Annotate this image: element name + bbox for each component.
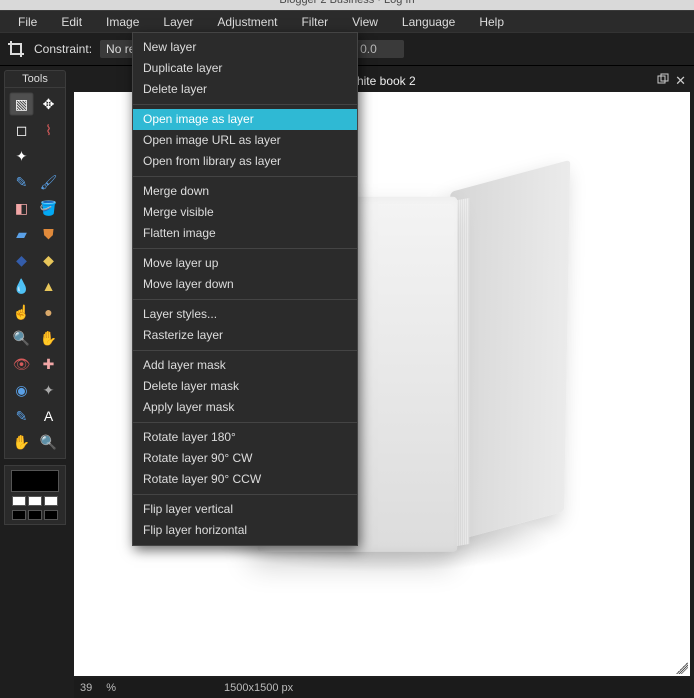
menu-separator [133,176,357,177]
menu-item-delete-layer[interactable]: Delete layer [133,79,357,100]
menu-item-open-from-library-as-layer[interactable]: Open from library as layer [133,151,357,172]
menu-item-duplicate-layer[interactable]: Duplicate layer [133,58,357,79]
menu-item-flip-layer-horizontal[interactable]: Flip layer horizontal [133,520,357,541]
menu-separator [133,350,357,351]
menu-item-rotate-layer-180-[interactable]: Rotate layer 180° [133,427,357,448]
menu-edit[interactable]: Edit [49,12,94,32]
heal-tool[interactable]: ✚ [36,352,61,376]
pencil-tool[interactable]: ✎ [9,170,34,194]
menu-image[interactable]: Image [94,12,151,32]
foreground-color[interactable] [11,470,59,492]
zoom-unit: % [106,682,116,694]
crop-tool[interactable]: ▧ [9,92,34,116]
swatch[interactable] [28,510,42,520]
resize-grip-icon[interactable] [676,662,688,674]
menu-separator [133,248,357,249]
gradient-tool[interactable]: ▰ [9,222,34,246]
menu-separator [133,299,357,300]
tools-grid: ▧✥◻︎⌇✦✎🖌◧🪣▰⛊◆◆💧▲☝●🔍✋👁✚◉✦✎A✋🔍 [4,88,66,459]
zoom-tool[interactable]: 🔍 [36,430,61,454]
height-input[interactable]: 0.0 [354,40,404,58]
dodge-tool[interactable]: 🔍 [9,326,34,350]
menu-item-open-image-url-as-layer[interactable]: Open image URL as layer [133,130,357,151]
menu-filter[interactable]: Filter [289,12,340,32]
crop-icon [6,39,26,59]
menu-item-delete-layer-mask[interactable]: Delete layer mask [133,376,357,397]
browser-title: Blogger 2 Business · Log In [279,0,414,6]
menu-item-new-layer[interactable]: New layer [133,37,357,58]
sharpen-tool[interactable]: ▲ [36,274,61,298]
menu-bar: FileEditImageLayerAdjustmentFilterViewLa… [0,10,694,32]
color-replace-tool[interactable]: ◆ [9,248,34,272]
close-icon[interactable]: ✕ [675,73,686,89]
menu-item-rasterize-layer[interactable]: Rasterize layer [133,325,357,346]
menu-view[interactable]: View [340,12,390,32]
menu-separator [133,422,357,423]
menu-item-merge-visible[interactable]: Merge visible [133,202,357,223]
redeye-tool[interactable]: 👁 [9,352,34,376]
swatch-row-light [12,496,58,506]
menu-file[interactable]: File [6,12,49,32]
menu-item-apply-layer-mask[interactable]: Apply layer mask [133,397,357,418]
tools-title: Tools [4,70,66,88]
hand-tool[interactable]: ✋ [9,430,34,454]
swatch[interactable] [44,496,58,506]
menu-item-flatten-image[interactable]: Flatten image [133,223,357,244]
menu-adjustment[interactable]: Adjustment [205,12,289,32]
menu-item-merge-down[interactable]: Merge down [133,181,357,202]
menu-item-move-layer-up[interactable]: Move layer up [133,253,357,274]
menu-item-flip-layer-vertical[interactable]: Flip layer vertical [133,499,357,520]
sponge-tool[interactable]: ● [36,300,61,324]
swatch[interactable] [44,510,58,520]
swatch[interactable] [12,496,26,506]
popout-icon[interactable] [657,73,669,89]
menu-language[interactable]: Language [390,12,467,32]
status-bar: 39 % 1500x1500 px [74,678,690,698]
brush-tool[interactable]: 🖌 [36,170,61,194]
swatch-row-dark [12,510,58,520]
menu-separator [133,494,357,495]
eyedropper-tool[interactable]: ✎ [9,404,34,428]
lasso-tool[interactable]: ⌇ [36,118,61,142]
color-swatches [4,465,66,525]
swatch[interactable] [12,510,26,520]
shape-tool[interactable]: ◆ [36,248,61,272]
text-tool[interactable]: A [36,404,61,428]
bucket-tool[interactable]: 🪣 [36,196,61,220]
menu-item-open-image-as-layer[interactable]: Open image as layer [133,109,357,130]
blur-tool[interactable]: 💧 [9,274,34,298]
bloat-tool[interactable]: ◉ [9,378,34,402]
menu-item-layer-styles-[interactable]: Layer styles... [133,304,357,325]
stamp-tool[interactable]: ⛊ [36,222,61,246]
browser-tab: Blogger 2 Business · Log In [0,0,694,10]
marquee-tool[interactable]: ◻︎ [9,118,34,142]
menu-item-rotate-layer-90-ccw[interactable]: Rotate layer 90° CCW [133,469,357,490]
move-tool[interactable]: ✥ [36,92,61,116]
pinch-tool[interactable]: ✦ [36,378,61,402]
wand-tool[interactable]: ✦ [9,144,34,168]
burn-tool[interactable]: ✋ [36,326,61,350]
document-title: white book 2 [348,74,415,88]
menu-help[interactable]: Help [467,12,516,32]
layer-menu-dropdown: New layerDuplicate layerDelete layer Open… [132,32,358,546]
spacer [36,144,61,168]
canvas-dimensions: 1500x1500 px [224,682,293,694]
menu-separator [133,104,357,105]
zoom-value: 39 [80,682,92,694]
smudge-tool[interactable]: ☝ [9,300,34,324]
menu-layer[interactable]: Layer [151,12,205,32]
menu-item-add-layer-mask[interactable]: Add layer mask [133,355,357,376]
menu-item-rotate-layer-90-cw[interactable]: Rotate layer 90° CW [133,448,357,469]
constraint-label: Constraint: [34,42,92,56]
swatch[interactable] [28,496,42,506]
menu-item-move-layer-down[interactable]: Move layer down [133,274,357,295]
eraser-tool[interactable]: ◧ [9,196,34,220]
